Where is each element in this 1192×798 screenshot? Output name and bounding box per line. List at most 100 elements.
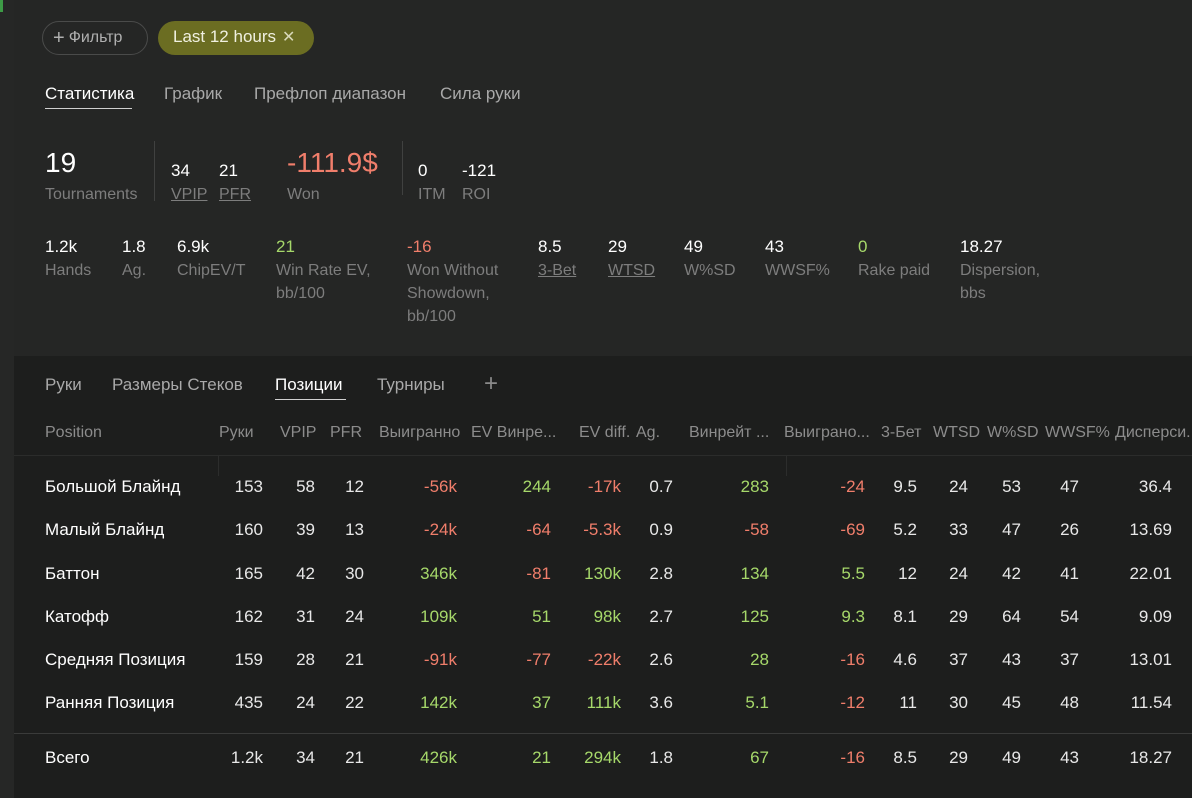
table-cell-evwr: -64 — [526, 520, 551, 539]
add-tab-icon[interactable]: + — [484, 370, 498, 398]
wtsd-label[interactable]: WTSD — [608, 259, 655, 282]
winrate-label: Win Rate EV, bb/100 — [276, 262, 371, 302]
table-cell-disp: 13.69 — [1129, 520, 1172, 539]
tab-tournaments[interactable]: Турниры — [377, 375, 445, 395]
position-name: Всего — [45, 748, 90, 767]
ag-value: 1.8 — [122, 237, 146, 256]
total-divider — [14, 733, 1192, 734]
plus-icon: + — [53, 27, 65, 49]
roi-label: ROI — [462, 186, 491, 203]
column-header[interactable]: VPIP — [280, 424, 325, 442]
tab-hands[interactable]: Руки — [45, 375, 82, 395]
column-header[interactable]: Руки — [219, 424, 274, 442]
table-cell-wwsf: 26 — [1060, 520, 1079, 539]
table-cell-evwr: 51 — [532, 607, 551, 626]
close-icon[interactable]: ✕ — [282, 29, 295, 46]
add-filter-button[interactable]: + Фильтр — [42, 21, 148, 55]
roi-value: -121 — [462, 161, 497, 180]
pfr-value: 21 — [219, 161, 238, 180]
won-label: Won — [287, 186, 320, 203]
itm-value: 0 — [418, 161, 428, 180]
ag-label: Ag. — [122, 262, 147, 279]
tab-hand-strength[interactable]: Сила руки — [440, 84, 521, 104]
wsd-label: W%SD — [684, 262, 736, 279]
column-header[interactable]: Position — [45, 424, 205, 442]
table-cell-wr: 5.1 — [745, 693, 769, 712]
table-cell-wr: 134 — [740, 564, 769, 583]
table-cell-wwsf: 47 — [1060, 477, 1079, 496]
column-header[interactable]: Выигранно — [379, 424, 469, 442]
table-cell-evwr: 37 — [532, 693, 551, 712]
table-cell-disp: 13.01 — [1129, 650, 1172, 669]
table-cell-ag: 3.6 — [649, 693, 673, 712]
table-cell-disp: 11.54 — [1130, 693, 1172, 712]
rake-label: Rake paid — [858, 262, 931, 279]
position-name: Малый Блайнд — [45, 520, 165, 539]
pfr-label[interactable]: PFR — [219, 183, 251, 206]
table-cell-wr: -58 — [744, 520, 769, 539]
tab-statistics[interactable]: Статистика — [45, 84, 134, 104]
vpip-value: 34 — [171, 161, 190, 180]
table-cell-disp: 36.4 — [1138, 477, 1172, 496]
table-cell-won: 142k — [420, 693, 457, 712]
left-edge — [0, 0, 14, 798]
table-cell-pfr: 30 — [345, 564, 364, 583]
table-cell-wr: 125 — [740, 607, 769, 626]
column-header[interactable]: PFR — [330, 424, 375, 442]
table-cell-won: -91k — [423, 650, 457, 669]
table-cell-evwr: 244 — [522, 477, 551, 496]
table-cell-ag: 2.7 — [649, 607, 673, 626]
position-name: Баттон — [45, 564, 100, 583]
table-cell-wwsf: 48 — [1060, 693, 1079, 712]
table-cell-wwsf: 41 — [1060, 564, 1079, 583]
divider — [402, 141, 403, 195]
table-cell-ag: 1.8 — [649, 748, 673, 767]
column-header[interactable]: EV Винре... — [471, 424, 571, 442]
column-header[interactable]: Винрейт ... — [689, 424, 779, 442]
table-cell-disp: 18.27 — [1129, 748, 1172, 767]
table-cell-disp: 9.09 — [1138, 607, 1172, 626]
table-cell-wr: 283 — [740, 477, 769, 496]
column-header[interactable]: WTSD — [933, 424, 983, 442]
time-filter-chip[interactable]: Last 12 hours ✕ — [158, 21, 314, 55]
tab-positions[interactable]: Позиции — [275, 375, 343, 395]
dispersion-label: Dispersion, bbs — [960, 262, 1041, 302]
table-cell-ag: 0.7 — [649, 477, 673, 496]
itm-label: ITM — [418, 186, 446, 203]
wws-value: -16 — [407, 237, 432, 256]
column-header[interactable]: EV diff. — [579, 424, 634, 442]
column-header[interactable]: WWSF% — [1045, 424, 1110, 442]
position-name: Средняя Позиция — [45, 650, 186, 669]
threebet-value: 8.5 — [538, 237, 562, 256]
column-header[interactable]: Выиграно... — [784, 424, 874, 442]
hands-label: Hands — [45, 262, 92, 279]
table-cell-won: 426k — [420, 748, 457, 767]
column-header[interactable]: Ag. — [636, 424, 681, 442]
divider — [154, 141, 155, 201]
vpip-label[interactable]: VPIP — [171, 183, 207, 206]
tab-stack-sizes[interactable]: Размеры Стеков — [112, 375, 243, 395]
table-cell-wwsf: 37 — [1060, 650, 1079, 669]
column-header[interactable]: Дисперси... — [1115, 424, 1192, 442]
table-cell-evwr: -77 — [526, 650, 551, 669]
column-divider — [786, 456, 787, 476]
table-cell-won: 109k — [420, 607, 457, 626]
column-header[interactable]: 3-Бет — [881, 424, 931, 442]
threebet-label[interactable]: 3-Bet — [538, 259, 576, 282]
table-cell-won: -24k — [423, 520, 457, 539]
column-header[interactable]: W%SD — [987, 424, 1042, 442]
wwsf-label: WWSF% — [765, 262, 830, 279]
active-tab-underline — [45, 108, 132, 109]
table-cell-pfr: 12 — [345, 477, 364, 496]
tab-preflop-range[interactable]: Префлоп диапазон — [254, 84, 406, 104]
table-cell-wr: 67 — [750, 748, 769, 767]
table-cell-pfr: 24 — [345, 607, 364, 626]
wsd-value: 49 — [684, 237, 703, 256]
time-filter-label: Last 12 hours — [173, 27, 277, 46]
wws-label: Won Without Showdown, bb/100 — [407, 262, 499, 325]
dispersion-value: 18.27 — [960, 237, 1003, 256]
chipev-label: ChipEV/T — [177, 262, 246, 279]
active-tab-underline — [275, 399, 346, 400]
tab-chart[interactable]: График — [164, 84, 222, 104]
tournaments-value: 19 — [45, 147, 77, 178]
